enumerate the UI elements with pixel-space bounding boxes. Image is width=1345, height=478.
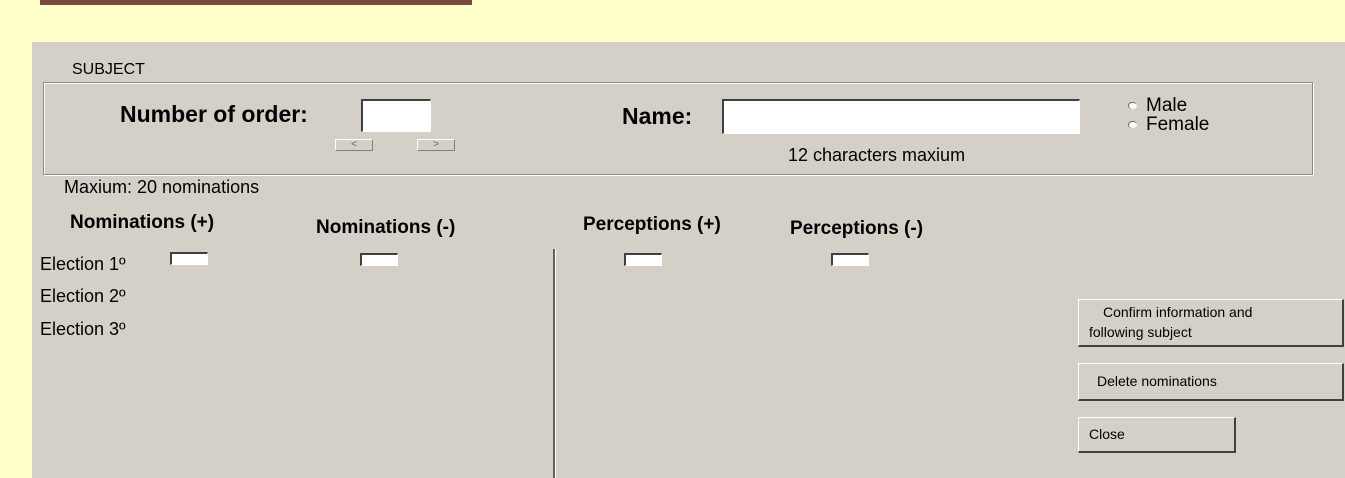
female-radio[interactable]: Female [1128, 114, 1209, 135]
order-number-input[interactable] [361, 99, 431, 132]
confirm-button-line1: Confirm information and [1103, 304, 1253, 320]
previous-subject-button[interactable]: < [335, 139, 373, 151]
subject-groupbox: SUBJECT Number of order: < > Name: 12 ch… [43, 59, 1313, 175]
order-number-label: Number of order: [120, 101, 308, 127]
max-nominations-note: Maxium: 20 nominations [64, 177, 260, 197]
form-panel: SUBJECT Number of order: < > Name: 12 ch… [32, 42, 1345, 478]
election-label-1: Election 1º [40, 254, 126, 274]
election-label-3: Election 3º [40, 319, 126, 339]
radio-circle-icon [1128, 102, 1137, 109]
name-label: Name: [622, 103, 693, 129]
name-input[interactable] [722, 99, 1080, 134]
title-bar-strip [40, 0, 472, 5]
female-label: Female [1146, 114, 1210, 135]
male-label: Male [1146, 95, 1188, 116]
election-label-2: Election 2º [40, 286, 126, 306]
name-hint: 12 characters maxium [788, 145, 966, 165]
perception-plus-cell[interactable] [624, 253, 662, 266]
header-perceptions-plus: Perceptions (+) [583, 214, 721, 235]
delete-nominations-button[interactable]: Delete nominations [1078, 363, 1344, 401]
next-subject-button[interactable]: > [417, 139, 455, 151]
close-button[interactable]: Close [1078, 417, 1236, 453]
confirm-button-line2: following subject [1089, 324, 1192, 340]
perception-minus-cell[interactable] [831, 253, 869, 266]
header-nominations-plus: Nominations (+) [70, 212, 215, 233]
radio-circle-icon [1128, 121, 1137, 128]
subject-legend: SUBJECT [62, 59, 161, 81]
column-divider [553, 249, 556, 478]
nomination-minus-cell[interactable] [360, 253, 398, 266]
confirm-and-next-button[interactable]: Confirm information and following subjec… [1078, 299, 1344, 347]
male-radio[interactable]: Male [1128, 95, 1187, 116]
header-perceptions-minus: Perceptions (-) [790, 218, 924, 239]
nomination-plus-cell[interactable] [170, 252, 208, 265]
header-nominations-minus: Nominations (-) [316, 217, 456, 238]
